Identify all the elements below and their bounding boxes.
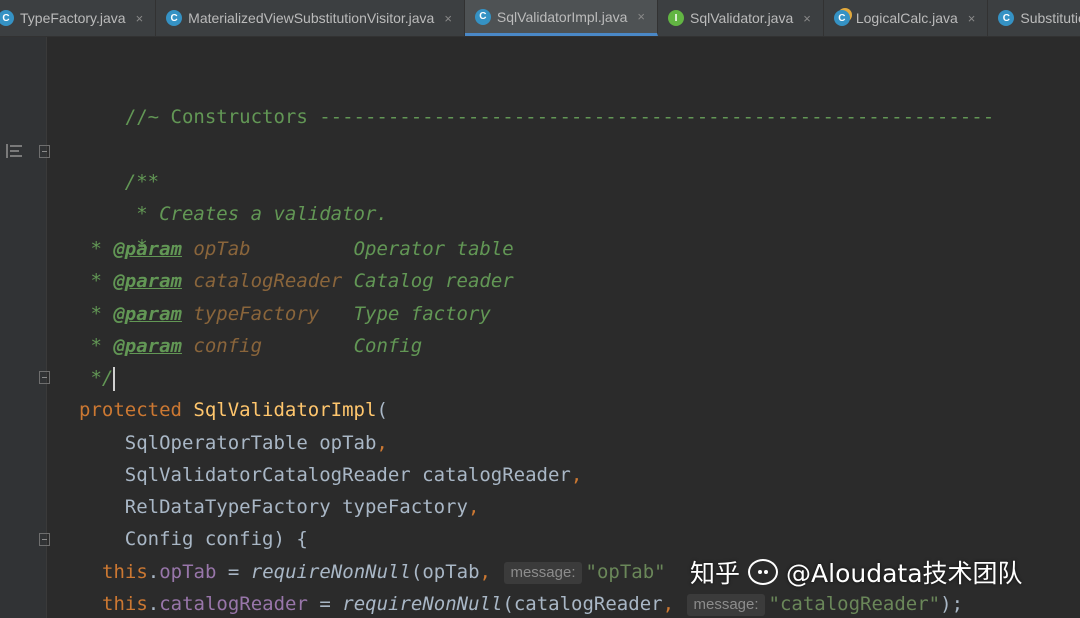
field-name: catalogReader: [159, 593, 308, 615]
code-line: SqlValidatorCatalogReader catalogReader,: [79, 460, 583, 490]
doc-star: *: [79, 238, 114, 260]
param-pad: [342, 270, 353, 292]
code-line: this.opTab = requireNonNull(opTab, messa…: [102, 561, 666, 584]
class-icon: C: [833, 10, 850, 26]
class-icon: C: [474, 8, 491, 25]
close-icon[interactable]: ×: [803, 11, 811, 26]
close-icon[interactable]: ×: [968, 11, 976, 26]
param-desc: Catalog reader: [353, 270, 514, 292]
code-line: * Creates a validator.: [79, 169, 388, 225]
arg-separator: ,: [467, 496, 480, 518]
call-arg: (opTab: [410, 561, 480, 583]
editor-tab-bar: C TypeFactory.java × C MaterializedViewS…: [0, 0, 1080, 37]
code-line: protected SqlValidatorImpl(: [79, 395, 388, 425]
ctor-arg: SqlValidatorCatalogReader catalogReader: [79, 464, 571, 486]
param-name: opTab: [193, 238, 251, 260]
param-name: config: [193, 335, 263, 357]
assign-op: =: [307, 593, 343, 615]
section-comment: //~ Constructors -----------------------…: [124, 106, 995, 128]
tab-sql-validator-impl[interactable]: C SqlValidatorImpl.java ×: [464, 0, 658, 36]
tab-materialized-view-substitution-visitor[interactable]: C MaterializedViewSubstitutionVisitor.ja…: [156, 0, 465, 36]
doc-param-line: * @param catalogReader Catalog reader: [79, 266, 514, 296]
method-call: requireNonNull: [342, 593, 503, 615]
param-tag: @param: [113, 238, 182, 260]
code-line: Config config) {: [79, 524, 308, 554]
watermark-handle: @Aloudata技术团队: [786, 559, 1023, 588]
ctor-arg: Config config) {: [79, 528, 308, 550]
param-name: typeFactory: [193, 303, 320, 325]
tab-label: MaterializedViewSubstitutionVisitor.java: [188, 10, 435, 26]
ctor-arg: RelDataTypeFactory typeFactory: [79, 496, 468, 518]
param-pad: [262, 335, 354, 357]
doc-param-line: * @param config Config: [79, 331, 422, 361]
constructor-name: SqlValidatorImpl: [193, 399, 377, 421]
wechat-icon: [748, 559, 779, 585]
tab-type-factory[interactable]: C TypeFactory.java ×: [0, 0, 157, 36]
interface-icon: I: [668, 10, 684, 26]
code-line: */: [79, 363, 116, 393]
tab-label: LogicalCalc.java: [855, 10, 958, 26]
close-icon[interactable]: ×: [136, 11, 144, 26]
class-icon: C: [0, 10, 14, 26]
code-line: //~ Constructors -----------------------…: [79, 72, 994, 128]
tab-substitution-visitor[interactable]: C SubstitutionVisit: [988, 0, 1080, 36]
code-line: this.catalogReader = requireNonNull(cata…: [102, 593, 964, 616]
string-literal: "catalogReader": [768, 593, 941, 615]
doc-param-line: * @param typeFactory Type factory: [79, 299, 491, 329]
rendered-doc-toggle-icon[interactable]: [6, 143, 24, 163]
param-desc: Operator table: [353, 238, 514, 260]
parameter-hint: message:: [504, 561, 582, 584]
watermark: 知乎 @Aloudata技术团队: [690, 552, 1023, 592]
class-icon: C: [166, 10, 183, 26]
close-icon[interactable]: ×: [444, 11, 452, 26]
doc-param-line: * @param opTab Operator table: [79, 234, 514, 264]
parameter-hint: message:: [687, 593, 765, 616]
arg-separator: ,: [570, 464, 583, 486]
arg-separator: ,: [479, 561, 491, 583]
class-icon: C: [998, 10, 1015, 26]
statement-end: );: [940, 593, 964, 615]
ctor-arg: SqlOperatorTable opTab: [79, 432, 377, 454]
doc-star: *: [79, 270, 114, 292]
keyword-protected: protected: [79, 399, 182, 421]
param-name: catalogReader: [193, 270, 343, 292]
doc-summary: * Creates a validator.: [124, 203, 388, 225]
tab-label: TypeFactory.java: [20, 10, 126, 26]
call-arg: (catalogReader: [502, 593, 663, 615]
param-desc: Type factory: [353, 303, 491, 325]
tab-label: SqlValidator.java: [690, 10, 794, 26]
code-line: /**: [79, 137, 159, 193]
tab-logical-calc[interactable]: C LogicalCalc.java ×: [824, 0, 989, 36]
open-paren: (: [376, 399, 388, 421]
param-tag: @param: [113, 303, 182, 325]
code-line: *: [79, 202, 147, 258]
code-line: SqlOperatorTable opTab,: [79, 428, 388, 458]
keyword-this: this: [102, 593, 148, 615]
field-name: opTab: [159, 561, 217, 583]
watermark-site: 知乎: [690, 559, 741, 588]
doc-comment-close: */: [79, 367, 114, 389]
string-literal: "opTab": [585, 561, 666, 583]
param-tag: @param: [113, 270, 182, 292]
param-tag: @param: [113, 335, 182, 357]
code-editor[interactable]: //~ Constructors -----------------------…: [46, 37, 1080, 618]
param-pad: [251, 238, 354, 260]
assign-op: =: [216, 561, 251, 583]
text-caret: [113, 366, 116, 391]
method-call: requireNonNull: [250, 561, 411, 583]
tab-sql-validator[interactable]: I SqlValidator.java ×: [658, 0, 824, 36]
arg-separator: ,: [376, 432, 388, 454]
param-desc: Config: [353, 335, 423, 357]
doc-star: *: [79, 303, 114, 325]
tab-label: SubstitutionVisit: [1020, 10, 1080, 26]
code-line: RelDataTypeFactory typeFactory,: [79, 492, 480, 522]
param-pad: [319, 303, 353, 325]
keyword-this: this: [102, 561, 148, 583]
close-icon[interactable]: ×: [637, 9, 645, 24]
doc-star: *: [79, 335, 114, 357]
tab-label: SqlValidatorImpl.java: [496, 8, 628, 25]
arg-separator: ,: [662, 593, 675, 615]
editor-gutter: [0, 37, 50, 618]
